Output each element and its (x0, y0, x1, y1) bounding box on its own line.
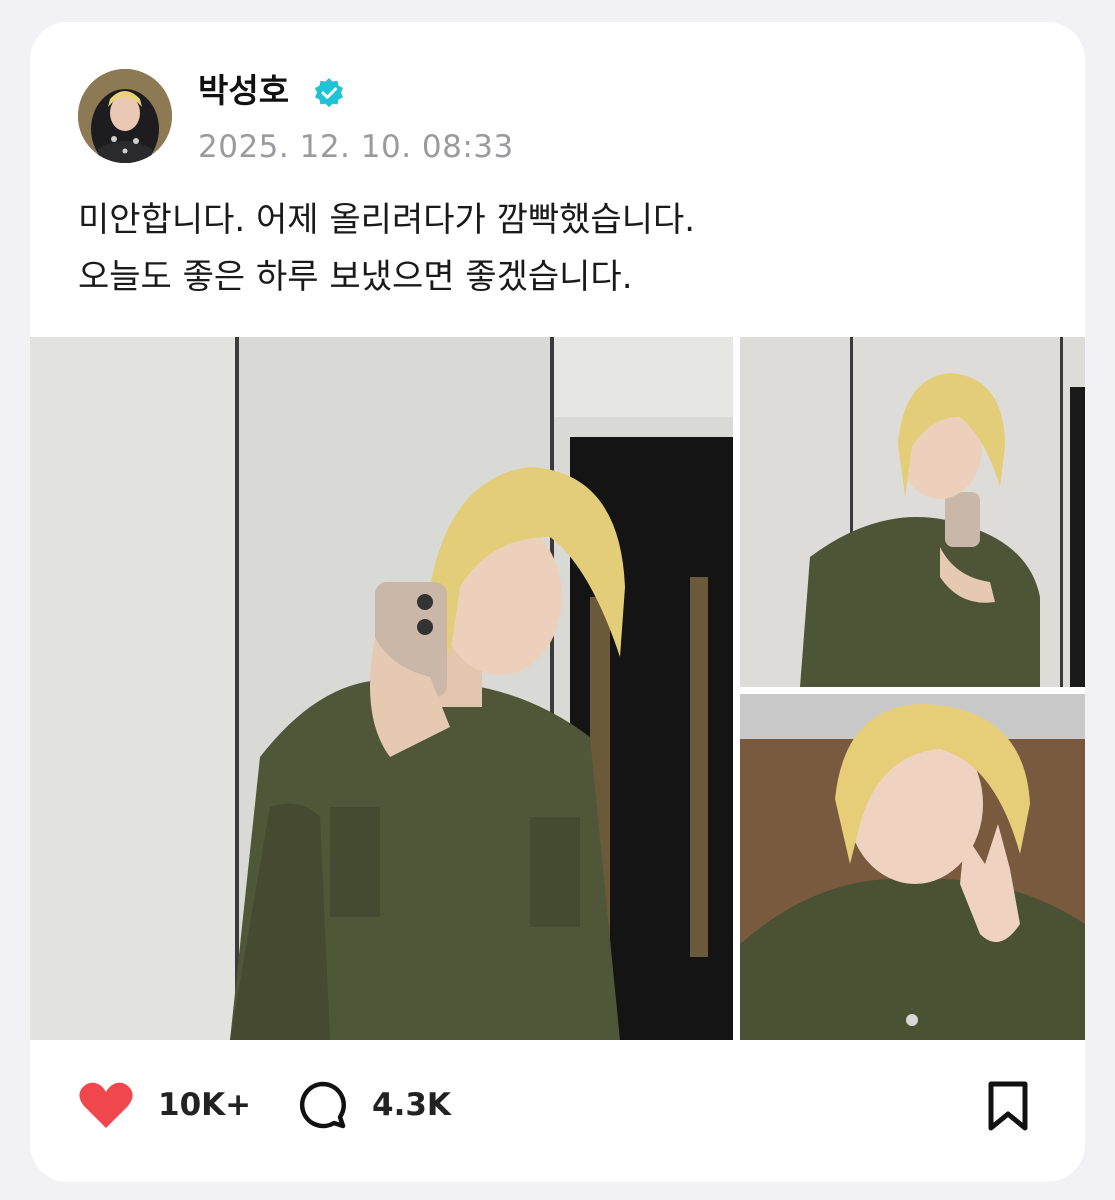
photo-main[interactable] (30, 337, 733, 1040)
comment-bubble-icon[interactable] (298, 1080, 348, 1130)
post-card: 박성호 2025. 12. 10. 08:33 미안합니다. 어제 올리려다가 … (30, 22, 1085, 1182)
author-name[interactable]: 박성호 (198, 69, 289, 113)
like-group[interactable]: 10K+ (78, 1078, 251, 1132)
like-count: 10K+ (158, 1087, 252, 1123)
post-text-line: 미안합니다. 어제 올리려다가 깜빡했습니다. (78, 200, 696, 240)
photo-mirror-selfie-2 (740, 337, 1085, 687)
photo-peace-selfie (740, 694, 1085, 1040)
post-timestamp: 2025. 12. 10. 08:33 (198, 129, 514, 165)
avatar-image (78, 69, 172, 163)
heart-icon[interactable] (78, 1080, 134, 1130)
verified-badge-icon (315, 78, 343, 108)
post-text-line: 오늘도 좋은 하루 보냈으면 좋겠습니다. (78, 257, 633, 297)
comment-group[interactable]: 4.3K (298, 1078, 451, 1132)
avatar[interactable] (78, 69, 172, 163)
photo-top-right[interactable] (740, 337, 1085, 687)
post-text: 미안합니다. 어제 올리려다가 깜빡했습니다. 오늘도 좋은 하루 보냈으면 좋… (78, 192, 1038, 306)
comment-count: 4.3K (372, 1087, 451, 1123)
bookmark-icon[interactable] (983, 1080, 1033, 1132)
photo-mirror-selfie (30, 337, 733, 1040)
photo-bottom-right[interactable] (740, 694, 1085, 1040)
